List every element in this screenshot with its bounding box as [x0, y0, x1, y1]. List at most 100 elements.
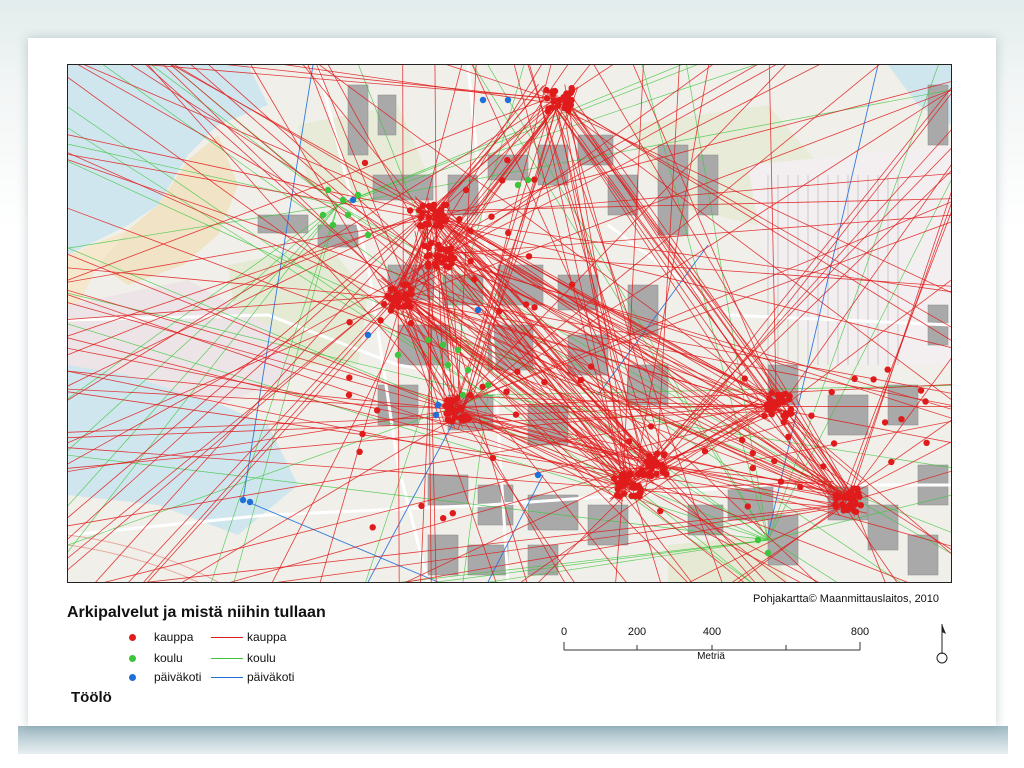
scale-bar: 0 200 400 800 Metriä	[561, 626, 869, 686]
legend-line-label: päiväkoti	[247, 670, 295, 684]
service-point	[400, 303, 407, 310]
service-point	[852, 492, 859, 499]
service-point	[467, 258, 474, 265]
service-point	[454, 346, 462, 354]
service-point	[403, 291, 410, 298]
service-point	[785, 433, 792, 440]
service-point	[541, 379, 548, 386]
service-point	[503, 388, 510, 395]
service-point	[766, 406, 773, 413]
service-point	[451, 254, 458, 262]
paivakoti-point-symbol	[129, 674, 136, 681]
service-point	[618, 472, 625, 479]
service-point	[650, 455, 658, 463]
service-point	[744, 503, 751, 510]
service-point	[881, 419, 889, 426]
service-point	[439, 341, 447, 349]
service-point	[922, 398, 929, 405]
service-point	[403, 281, 411, 288]
service-point	[444, 361, 452, 369]
koulu-line-symbol	[211, 658, 243, 659]
service-point	[917, 387, 925, 394]
service-point	[369, 524, 376, 531]
service-point	[648, 472, 655, 480]
legend-line-label: kauppa	[247, 630, 287, 644]
map-frame[interactable]	[67, 64, 952, 583]
service-point	[346, 374, 353, 381]
slide: Pohjakartta© Maanmittauslaitos, 2010 Ark…	[28, 38, 996, 726]
service-point	[830, 440, 838, 447]
service-point	[551, 97, 558, 104]
service-point	[339, 196, 347, 204]
service-point	[512, 411, 520, 418]
service-point	[514, 368, 521, 375]
service-point	[524, 176, 532, 184]
legend-title: Arkipalvelut ja mistä niihin tullaan	[67, 604, 326, 621]
map-canvas	[68, 65, 951, 582]
service-point	[374, 407, 381, 414]
service-point	[797, 483, 804, 491]
service-point	[613, 491, 621, 499]
service-point	[462, 186, 470, 194]
service-point	[761, 412, 768, 420]
service-point	[344, 211, 352, 219]
koulu-point-symbol	[129, 655, 136, 662]
legend-line-label: koulu	[247, 651, 276, 665]
service-point	[324, 186, 332, 194]
service-point	[447, 402, 454, 409]
service-point	[577, 376, 584, 384]
service-point	[884, 366, 891, 373]
service-point	[488, 213, 495, 220]
service-point	[434, 401, 442, 409]
service-point	[246, 498, 254, 506]
service-point	[653, 450, 661, 457]
service-point	[364, 231, 372, 239]
service-point	[661, 451, 668, 458]
service-point	[395, 298, 402, 305]
service-point	[820, 463, 827, 470]
map-credit: Pohjakartta© Maanmittauslaitos, 2010	[753, 593, 940, 605]
kauppa-line-symbol	[211, 637, 243, 638]
service-point	[534, 471, 542, 479]
service-point	[444, 247, 451, 255]
service-point	[771, 457, 778, 465]
service-point	[471, 276, 478, 283]
service-point	[768, 389, 776, 396]
service-point	[432, 208, 439, 215]
service-point	[568, 87, 576, 94]
service-point	[522, 301, 530, 308]
service-point	[359, 430, 366, 438]
service-point	[839, 501, 846, 508]
service-point	[614, 480, 621, 487]
service-point	[635, 470, 642, 478]
service-point	[643, 458, 650, 465]
service-point	[779, 396, 786, 404]
service-point	[456, 404, 463, 411]
service-point	[563, 102, 570, 110]
service-point	[568, 96, 575, 104]
service-point	[430, 201, 438, 208]
service-point	[857, 502, 864, 509]
service-point	[870, 376, 877, 383]
service-point	[843, 492, 851, 499]
service-point	[434, 255, 442, 262]
service-point	[467, 391, 474, 399]
legend-point-label: koulu	[154, 651, 183, 665]
service-point	[459, 417, 467, 424]
service-point	[329, 221, 337, 229]
service-point	[404, 297, 411, 304]
area-label: Töölö	[71, 689, 112, 706]
service-point	[407, 207, 414, 214]
service-point	[621, 490, 628, 497]
service-point	[663, 470, 670, 478]
service-point	[419, 202, 426, 209]
service-point	[425, 244, 432, 251]
service-point	[749, 464, 756, 472]
service-point	[754, 536, 762, 544]
service-point	[505, 229, 512, 236]
service-point	[787, 405, 795, 413]
service-point	[551, 87, 559, 95]
service-point	[437, 223, 445, 230]
service-point	[422, 220, 429, 227]
service-point	[474, 306, 482, 314]
